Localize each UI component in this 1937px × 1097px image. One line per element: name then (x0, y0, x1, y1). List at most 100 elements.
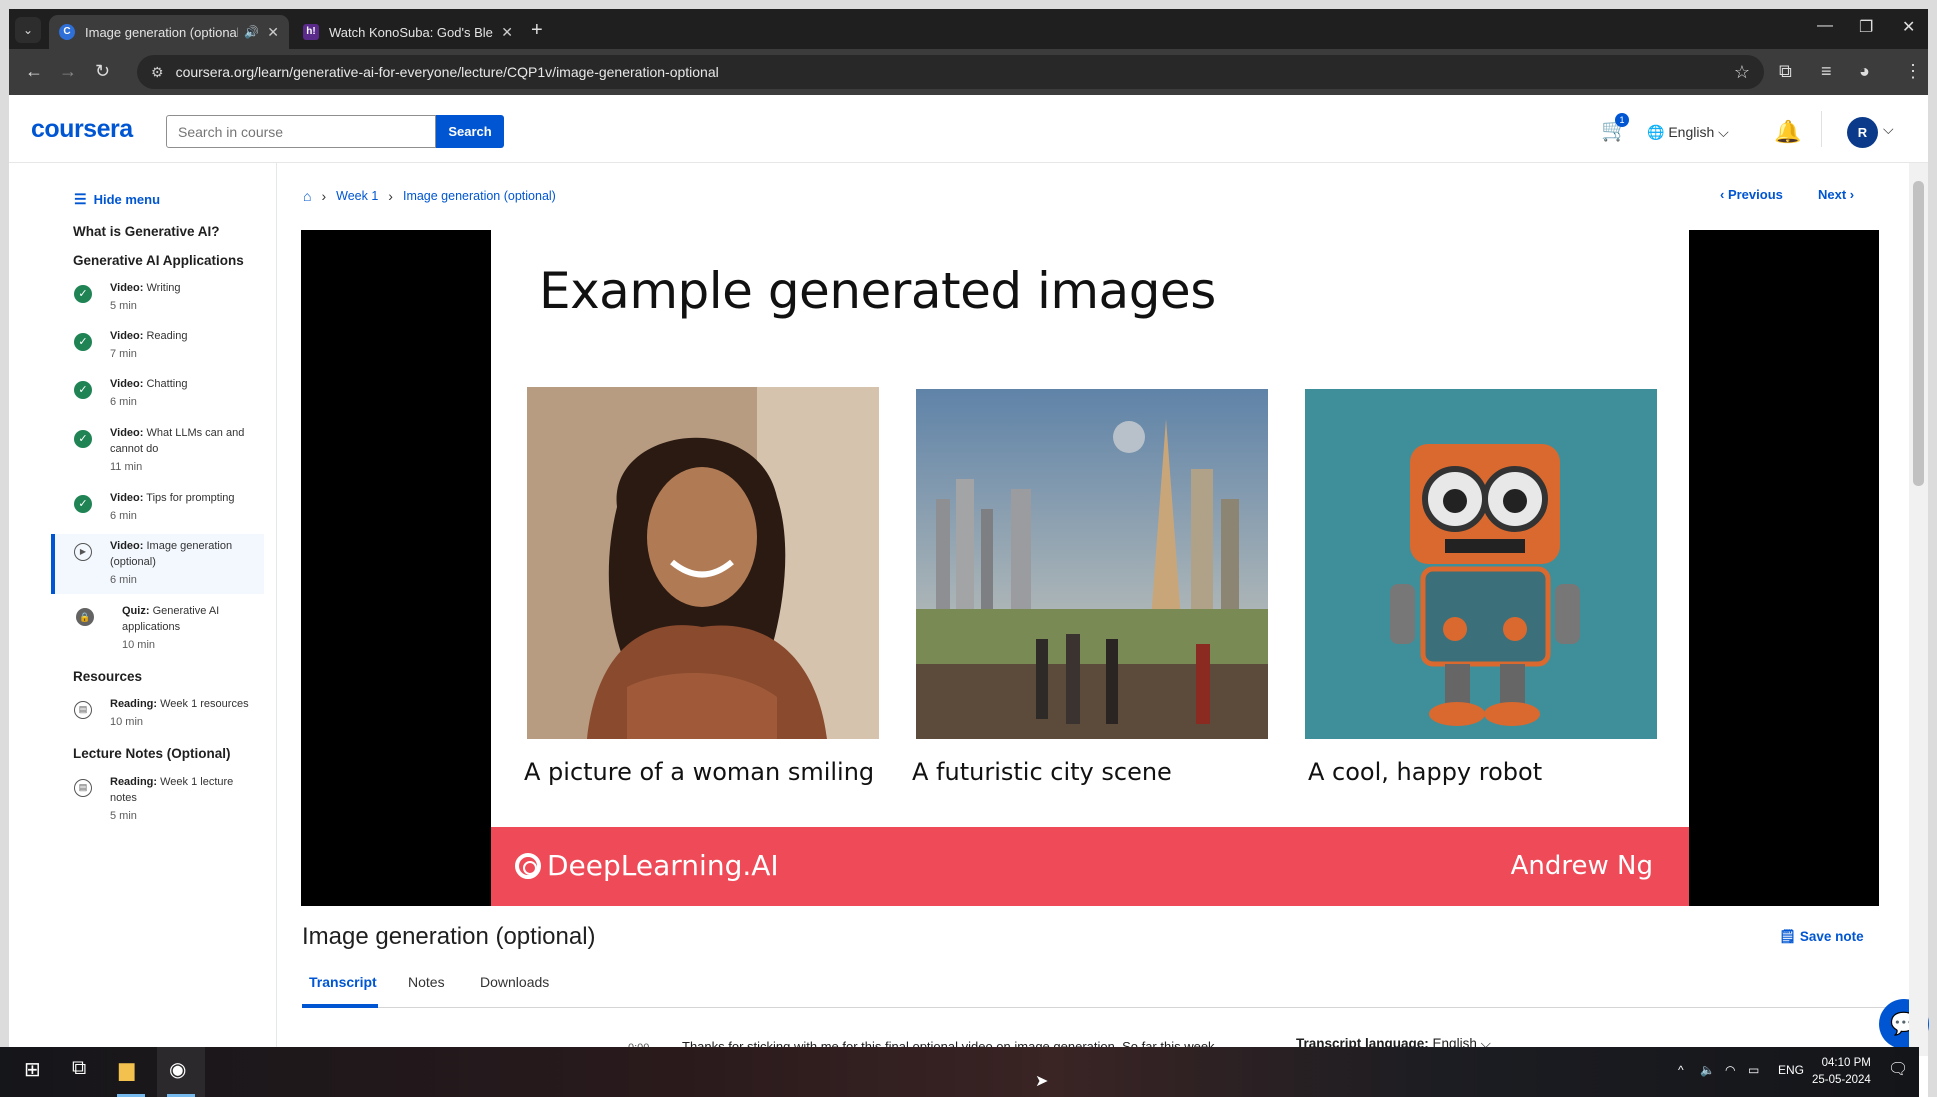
course-search-input[interactable] (166, 115, 436, 148)
next-label: Next (1818, 187, 1847, 202)
chrome-taskbar-button[interactable]: ◉ (157, 1047, 205, 1097)
brand-text: DeepLearning.AI (547, 849, 779, 882)
sidebar-item-lecture-notes[interactable]: ▤ Reading: Week 1 lecture notes 5 min (51, 774, 264, 826)
tab-transcript[interactable]: Transcript (309, 974, 377, 990)
tab-title: Image generation (optional) (85, 24, 239, 40)
sidebar-item-quiz[interactable]: 🔒 Quiz: Generative AI applications 10 min (51, 603, 264, 655)
wifi-icon[interactable]: ◠ (1725, 1063, 1735, 1077)
input-language[interactable]: ENG (1778, 1063, 1804, 1077)
language-selector[interactable]: 🌐 English ⌵ (1647, 124, 1729, 141)
profile-icon[interactable]: ◕ (1859, 61, 1870, 82)
menu-kebab-icon[interactable]: ⋮ (1904, 61, 1922, 82)
close-tab-icon[interactable]: ✕ (501, 24, 513, 41)
sidebar-item-prompting[interactable]: ✓ Video: Tips for prompting 6 min (51, 490, 264, 526)
close-tab-icon[interactable]: ✕ (267, 24, 279, 41)
sidebar-item-llms[interactable]: ✓ Video: What LLMs can and cannot do 11 m… (51, 425, 264, 477)
task-view-icon[interactable]: ⧉ (72, 1057, 86, 1080)
completed-check-icon: ✓ (74, 285, 92, 303)
coursera-logo[interactable]: coursera (31, 115, 133, 144)
minimize-icon[interactable]: — (1817, 17, 1833, 35)
reload-icon[interactable]: ↻ (95, 61, 110, 82)
battery-icon[interactable]: ▭ (1748, 1063, 1759, 1077)
tab-notes[interactable]: Notes (408, 974, 445, 990)
sidebar-item-week1-resources[interactable]: ▤ Reading: Week 1 resources 10 min (51, 696, 264, 732)
back-icon[interactable]: ← (25, 61, 43, 82)
windows-start-icon[interactable]: ⊞ (24, 1057, 41, 1082)
close-window-icon[interactable]: ✕ (1902, 17, 1915, 37)
item-title: Writing (146, 282, 181, 294)
scrollbar-thumb[interactable] (1913, 181, 1924, 486)
bookmark-star-icon[interactable]: ☆ (1734, 62, 1750, 83)
page-scrollbar[interactable] (1909, 163, 1928, 1056)
audio-playing-icon[interactable]: 🔊 (244, 25, 259, 39)
breadcrumb: ⌂ › Week 1 › Image generation (optional) (303, 188, 556, 204)
notification-center-icon[interactable]: 🗨 (1888, 1059, 1908, 1079)
volume-icon[interactable]: 🔈 (1700, 1063, 1715, 1077)
save-note-label: Save note (1799, 929, 1864, 944)
site-info-icon[interactable]: ⚙ (151, 64, 164, 81)
chevron-right-icon: › (388, 188, 393, 204)
new-tab-icon[interactable]: + (531, 19, 543, 42)
site-header: coursera Search 🛒 1 🌐 English ⌵ 🔔 R ⌵ (9, 95, 1928, 163)
os-taskbar: ⊞ ⧉ ▆ ◉ ^ 🔈 ◠ ▭ ENG 04:10 PM 25-05-2024 … (0, 1047, 1919, 1097)
note-icon: 🗒 (1779, 929, 1800, 944)
next-button[interactable]: Next › (1818, 187, 1854, 202)
section-title[interactable]: What is Generative AI? (73, 224, 220, 239)
coursera-favicon-icon: C (59, 24, 75, 40)
previous-button[interactable]: ‹ Previous (1720, 187, 1783, 202)
system-clock[interactable]: 04:10 PM 25-05-2024 (1812, 1055, 1871, 1089)
item-type: Video: (110, 330, 144, 342)
item-duration: 10 min (110, 716, 144, 728)
sidebar-item-reading[interactable]: ✓ Video: Reading 7 min (51, 328, 264, 364)
item-type: Video: (110, 282, 144, 294)
file-explorer-taskbar-button[interactable]: ▆ (107, 1047, 155, 1097)
hide-menu-button[interactable]: ☰ Hide menu (74, 191, 160, 208)
breadcrumb-current[interactable]: Image generation (optional) (403, 189, 556, 203)
caption-woman: A picture of a woman smiling (524, 758, 875, 786)
section-title[interactable]: Resources (73, 669, 142, 684)
item-duration: 6 min (110, 510, 137, 522)
sidebar-item-writing[interactable]: ✓ Video: Writing 5 min (51, 280, 264, 316)
chevron-down-icon: ⌵ (1718, 124, 1729, 140)
futuristic-city-image (916, 389, 1268, 739)
breadcrumb-week[interactable]: Week 1 (336, 189, 378, 203)
main-content: ⌂ › Week 1 › Image generation (optional)… (277, 163, 1929, 1056)
lecture-title: Image generation (optional) (302, 923, 596, 950)
woman-smiling-image (527, 387, 879, 739)
chrome-icon: ◉ (169, 1059, 187, 1081)
lecture-tabs: Transcript Notes Downloads (302, 962, 1887, 1008)
mouse-cursor-icon: ➤ (1035, 1073, 1049, 1090)
forward-icon[interactable]: → (59, 61, 77, 82)
address-bar[interactable]: ⚙ coursera.org/learn/generative-ai-for-e… (137, 55, 1764, 89)
video-player[interactable]: Example generated images A picture of a … (301, 230, 1879, 906)
notifications-bell-icon[interactable]: 🔔 (1774, 119, 1801, 145)
media-control-icon[interactable]: ≡ (1821, 61, 1832, 82)
browser-tab-active[interactable]: C Image generation (optional) 🔊 ✕ (49, 15, 289, 49)
clock-date: 25-05-2024 (1812, 1074, 1871, 1086)
reading-book-icon: ▤ (74, 779, 92, 797)
hamburger-icon: ☰ (74, 191, 87, 207)
tab-downloads[interactable]: Downloads (480, 974, 549, 990)
section-title[interactable]: Lecture Notes (Optional) (73, 746, 231, 761)
section-title[interactable]: Generative AI Applications (73, 253, 244, 268)
save-note-button[interactable]: 🗒 Save note (1779, 929, 1864, 945)
avatar[interactable]: R (1847, 117, 1878, 148)
deeplearning-logo: DeepLearning.AI (515, 849, 779, 882)
browser-tab[interactable]: h! Watch KonoSuba: God's Blessing ✕ (293, 15, 523, 49)
home-icon[interactable]: ⌂ (303, 188, 311, 204)
screen: ⌄ C Image generation (optional) 🔊 ✕ h! W… (0, 0, 1937, 1097)
item-type: Reading: (110, 698, 158, 710)
search-button[interactable]: Search (436, 115, 504, 148)
item-duration: 6 min (110, 396, 137, 408)
restore-icon[interactable]: ❐ (1859, 17, 1873, 37)
chevron-down-icon[interactable]: ⌵ (1883, 121, 1894, 138)
show-hidden-icons-icon[interactable]: ^ (1678, 1063, 1684, 1077)
browser-tab-bar: ⌄ C Image generation (optional) 🔊 ✕ h! W… (9, 9, 1928, 49)
hianime-favicon-icon: h! (303, 24, 319, 40)
sidebar-item-image-generation[interactable]: ▶ Video: Image generation (optional) 6 mi… (51, 534, 264, 594)
extensions-icon[interactable]: ⧉ (1779, 61, 1792, 82)
tab-search-button[interactable]: ⌄ (15, 17, 41, 43)
sidebar-item-chatting[interactable]: ✓ Video: Chatting 6 min (51, 376, 264, 412)
globe-icon: 🌐 (1647, 124, 1665, 140)
chevron-right-icon: › (321, 188, 327, 204)
